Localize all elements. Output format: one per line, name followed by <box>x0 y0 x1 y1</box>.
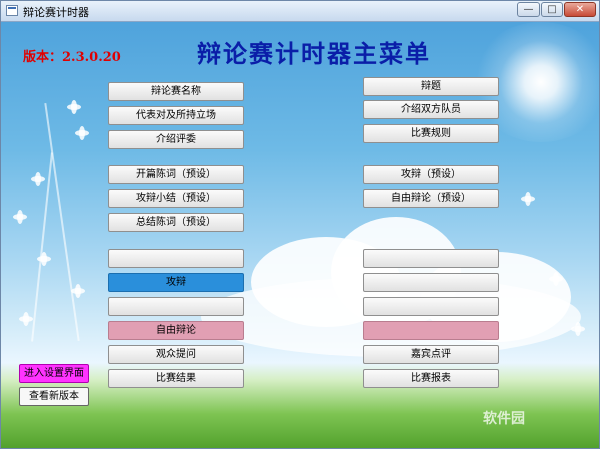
check-new-version-button[interactable]: 查看新版本 <box>19 387 89 406</box>
flower-decoration <box>71 284 85 298</box>
close-button[interactable]: ✕ <box>564 2 596 17</box>
free-debate-button[interactable]: 自由辩论 <box>108 321 244 340</box>
flower-decoration <box>571 322 585 336</box>
blank-left-button-1[interactable] <box>108 249 244 268</box>
flower-decoration <box>37 252 51 266</box>
guest-comments-button[interactable]: 嘉宾点评 <box>363 345 499 364</box>
match-report-button[interactable]: 比赛报表 <box>363 369 499 388</box>
app-icon <box>6 5 18 16</box>
match-rules-button[interactable]: 比赛规则 <box>363 124 499 143</box>
introduce-judges-button[interactable]: 介绍评委 <box>108 130 244 149</box>
window-title: 辩论赛计时器 <box>23 6 89 19</box>
main-panel: 版本：2.3.0.20 辩论赛计时器主菜单 辩论赛名称 代表对及所持立场 介绍评… <box>1 22 599 448</box>
closing-statement-button[interactable]: 总结陈词（预设） <box>108 213 244 232</box>
minimize-button[interactable]: — <box>517 2 540 17</box>
audience-questions-button[interactable]: 观众提问 <box>108 345 244 364</box>
flower-decoration <box>75 126 89 140</box>
maximize-button[interactable]: □ <box>541 2 563 17</box>
flower-decoration <box>521 192 535 206</box>
flower-decoration <box>67 100 81 114</box>
watermark-logo: 软件园 <box>483 411 525 427</box>
teams-and-stances-button[interactable]: 代表对及所持立场 <box>108 106 244 125</box>
cross-exam-summary-button[interactable]: 攻辩小结（预设） <box>108 189 244 208</box>
flower-decoration <box>549 272 563 286</box>
match-result-button[interactable]: 比赛结果 <box>108 369 244 388</box>
flower-decoration <box>19 312 33 326</box>
cross-exam-preset-button[interactable]: 攻辩（预设） <box>363 165 499 184</box>
blank-left-button-2[interactable] <box>108 297 244 316</box>
debate-name-button[interactable]: 辩论赛名称 <box>108 82 244 101</box>
cross-exam-button[interactable]: 攻辩 <box>108 273 244 292</box>
settings-button[interactable]: 进入设置界面 <box>19 364 89 383</box>
app-window: 辩论赛计时器 — □ ✕ 版本：2.3.0.20 辩论赛计时器主菜单 辩论赛名称… <box>0 0 600 449</box>
blank-right-pink-button[interactable] <box>363 321 499 340</box>
flower-decoration <box>13 210 27 224</box>
introduce-members-button[interactable]: 介绍双方队员 <box>363 100 499 119</box>
blank-right-button-2[interactable] <box>363 273 499 292</box>
topic-button[interactable]: 辩题 <box>363 77 499 96</box>
free-debate-preset-button[interactable]: 自由辩论（预设） <box>363 189 499 208</box>
flower-decoration <box>31 172 45 186</box>
version-label: 版本：2.3.0.20 <box>23 50 121 65</box>
page-title: 辩论赛计时器主菜单 <box>197 39 431 68</box>
title-bar[interactable]: 辩论赛计时器 — □ ✕ <box>1 1 599 22</box>
blank-right-button-3[interactable] <box>363 297 499 316</box>
blank-right-button-1[interactable] <box>363 249 499 268</box>
opening-statement-button[interactable]: 开篇陈词（预设） <box>108 165 244 184</box>
